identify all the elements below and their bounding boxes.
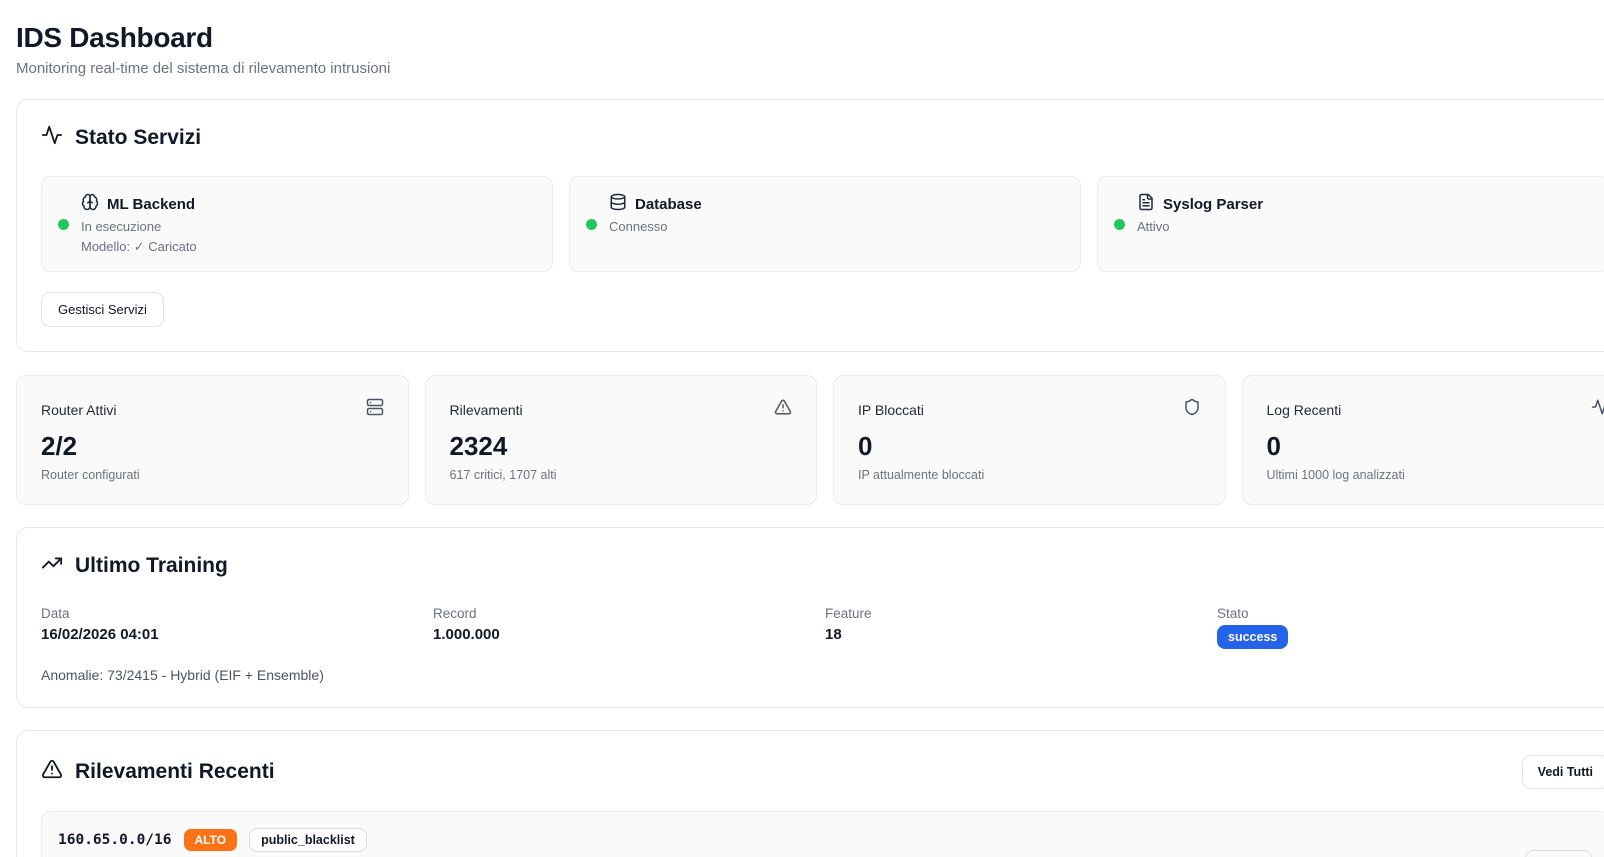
services-grid: ML Backend In esecuzione Modello: ✓ Cari…: [41, 176, 1604, 272]
stat-caption: IP attualmente bloccati: [858, 468, 1201, 482]
severity-badge: ALTO: [184, 829, 238, 851]
field-value: 18: [825, 626, 1217, 643]
stat-card-ip-bloccati: IP Bloccati 0 IP attualmente bloccati: [833, 375, 1226, 505]
stat-caption: Ultimi 1000 log analizzati: [1267, 468, 1604, 482]
alert-triangle-icon: [41, 758, 63, 786]
page-header: IDS Dashboard Monitoring real-time del s…: [0, 0, 1604, 77]
detection-status-badge: Attivo: [1525, 850, 1592, 857]
field-label: Stato: [1217, 606, 1604, 621]
service-status: Attivo: [1137, 219, 1263, 234]
stat-value: 0: [1267, 431, 1604, 462]
training-field-record: Record 1.000.000: [433, 606, 825, 649]
training-fields: Data 16/02/2026 04:01 Record 1.000.000 F…: [41, 606, 1604, 649]
service-card-syslog-parser: Syslog Parser Attivo: [1097, 176, 1604, 272]
detections-section: Rilevamenti Recenti Vedi Tutti 160.65.0.…: [16, 730, 1604, 857]
trending-up-icon: [41, 552, 63, 580]
services-section-title: Stato Servizi: [41, 124, 1604, 152]
detection-ip: 160.65.0.0/16: [58, 832, 172, 848]
service-card-database: Database Connesso: [569, 176, 1081, 272]
view-all-button[interactable]: Vedi Tutti: [1522, 755, 1604, 789]
page-title: IDS Dashboard: [16, 22, 1604, 54]
stat-label: Log Recenti: [1267, 402, 1342, 418]
page-subtitle: Monitoring real-time del sistema di rile…: [16, 60, 1604, 77]
stat-label: IP Bloccati: [858, 402, 924, 418]
manage-services-button[interactable]: Gestisci Servizi: [41, 292, 164, 327]
stat-label: Rilevamenti: [450, 402, 523, 418]
alert-triangle-icon: [774, 398, 792, 421]
service-status: In esecuzione: [81, 219, 197, 234]
training-section: Ultimo Training Data 16/02/2026 04:01 Re…: [16, 527, 1604, 708]
status-dot-green: [586, 219, 597, 230]
stat-caption: Router configurati: [41, 468, 384, 482]
stat-card-rilevamenti: Rilevamenti 2324 617 critici, 1707 alti: [425, 375, 818, 505]
activity-icon: [41, 124, 63, 152]
detection-tag: public_blacklist: [249, 828, 367, 852]
service-name: Database: [635, 196, 702, 213]
training-field-stato: Stato success: [1217, 606, 1604, 649]
detections-section-title: Rilevamenti Recenti: [41, 758, 275, 786]
detection-list-item: 160.65.0.0/16 ALTO public_blacklist IP i…: [41, 811, 1604, 857]
service-status: Connesso: [609, 219, 702, 234]
brain-icon: [81, 193, 99, 216]
stat-card-router-attivi: Router Attivi 2/2 Router configurati: [16, 375, 409, 505]
field-value: 1.000.000: [433, 626, 825, 643]
service-name: Syslog Parser: [1163, 196, 1263, 213]
training-anomalies-note: Anomalie: 73/2415 - Hybrid (EIF + Ensemb…: [41, 667, 1604, 683]
stat-card-log-recenti: Log Recenti 0 Ultimi 1000 log analizzati: [1242, 375, 1604, 505]
stats-row: Router Attivi 2/2 Router configurati Ril…: [16, 375, 1604, 505]
shield-icon: [1183, 398, 1201, 421]
ids-dashboard-page: IDS Dashboard Monitoring real-time del s…: [0, 0, 1604, 857]
stat-value: 2324: [450, 431, 793, 462]
field-label: Feature: [825, 606, 1217, 621]
stat-value: 0: [858, 431, 1201, 462]
services-section: Stato Servizi ML Backend: [16, 99, 1604, 352]
service-card-ml-backend: ML Backend In esecuzione Modello: ✓ Cari…: [41, 176, 553, 272]
training-field-data: Data 16/02/2026 04:01: [41, 606, 433, 649]
field-label: Data: [41, 606, 433, 621]
stat-label: Router Attivi: [41, 402, 116, 418]
services-title-text: Stato Servizi: [75, 126, 201, 150]
status-dot-green: [1114, 219, 1125, 230]
stat-value: 2/2: [41, 431, 384, 462]
file-text-icon: [1137, 193, 1155, 216]
activity-icon: [1591, 398, 1604, 421]
field-value: 16/02/2026 04:01: [41, 626, 433, 643]
status-dot-green: [58, 219, 69, 230]
server-icon: [366, 398, 384, 421]
stat-caption: 617 critici, 1707 alti: [450, 468, 793, 482]
service-model-detail: Modello: ✓ Caricato: [81, 239, 197, 255]
training-section-title: Ultimo Training: [41, 552, 1604, 580]
detections-title-text: Rilevamenti Recenti: [75, 760, 275, 784]
database-icon: [609, 193, 627, 216]
training-status-badge: success: [1217, 625, 1288, 649]
training-title-text: Ultimo Training: [75, 554, 228, 578]
training-field-feature: Feature 18: [825, 606, 1217, 649]
service-name: ML Backend: [107, 196, 195, 213]
field-label: Record: [433, 606, 825, 621]
